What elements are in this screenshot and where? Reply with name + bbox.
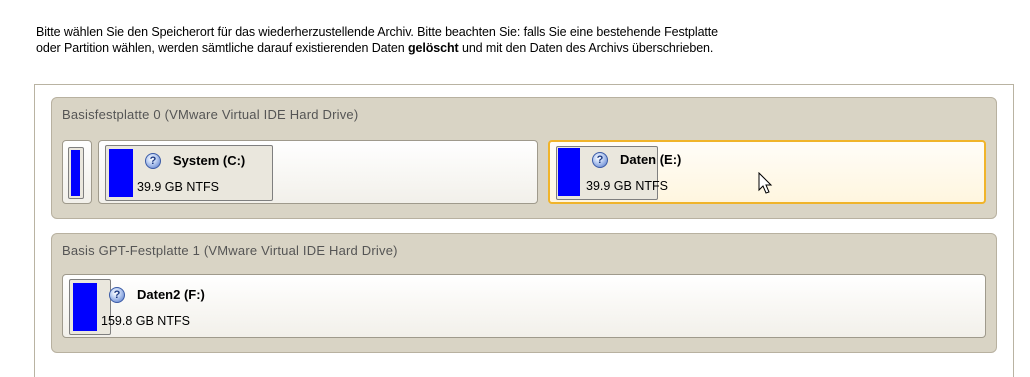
question-icon: ? (592, 152, 608, 168)
disk-1-group: Basis GPT-Festplatte 1 (VMware Virtual I… (51, 233, 997, 353)
partition-info: 159.8 GB NTFS (101, 314, 190, 328)
mouse-cursor-icon (758, 172, 773, 194)
instructions-bold-word: gelöscht (408, 41, 459, 55)
partition-daten2-f[interactable]: ? Daten2 (F:) 159.8 GB NTFS (62, 274, 986, 338)
disk-0-group: Basisfestplatte 0 (VMware Virtual IDE Ha… (51, 97, 997, 219)
partition-daten-e[interactable]: ? Daten (E:) 39.9 GB NTFS (548, 140, 986, 204)
disk-0-small-partition[interactable] (62, 140, 92, 204)
disk-0-title: Basisfestplatte 0 (VMware Virtual IDE Ha… (62, 107, 359, 122)
instructions-line-2: oder Partition wählen, werden sämtliche … (36, 40, 996, 56)
question-icon: ? (109, 287, 125, 303)
partition-name: Daten (E:) (620, 152, 682, 167)
partition-name: System (C:) (173, 153, 246, 168)
partition-info: 39.9 GB NTFS (586, 179, 668, 193)
instructions-line-1: Bitte wählen Sie den Speicherort für das… (36, 25, 719, 39)
disk-1-title: Basis GPT-Festplatte 1 (VMware Virtual I… (62, 243, 398, 258)
disk-list-panel: Basisfestplatte 0 (VMware Virtual IDE Ha… (34, 84, 1014, 377)
daten-e-usage-bar (558, 148, 580, 196)
partition-name: Daten2 (F:) (137, 287, 205, 302)
instructions-text: Bitte wählen Sie den Speicherort für das… (36, 24, 996, 56)
partition-system-c[interactable]: ? System (C:) 39.9 GB NTFS (98, 140, 538, 204)
small-partition-bar (71, 150, 80, 196)
instructions-line-2-end: und mit den Daten des Archivs überschrie… (458, 41, 714, 55)
system-c-usage-bar (109, 149, 133, 197)
partition-info: 39.9 GB NTFS (137, 180, 219, 194)
instructions-line-2-start: oder Partition wählen, werden sämtliche … (36, 41, 408, 55)
question-icon: ? (145, 153, 161, 169)
daten2-f-usage-bar (73, 283, 97, 331)
